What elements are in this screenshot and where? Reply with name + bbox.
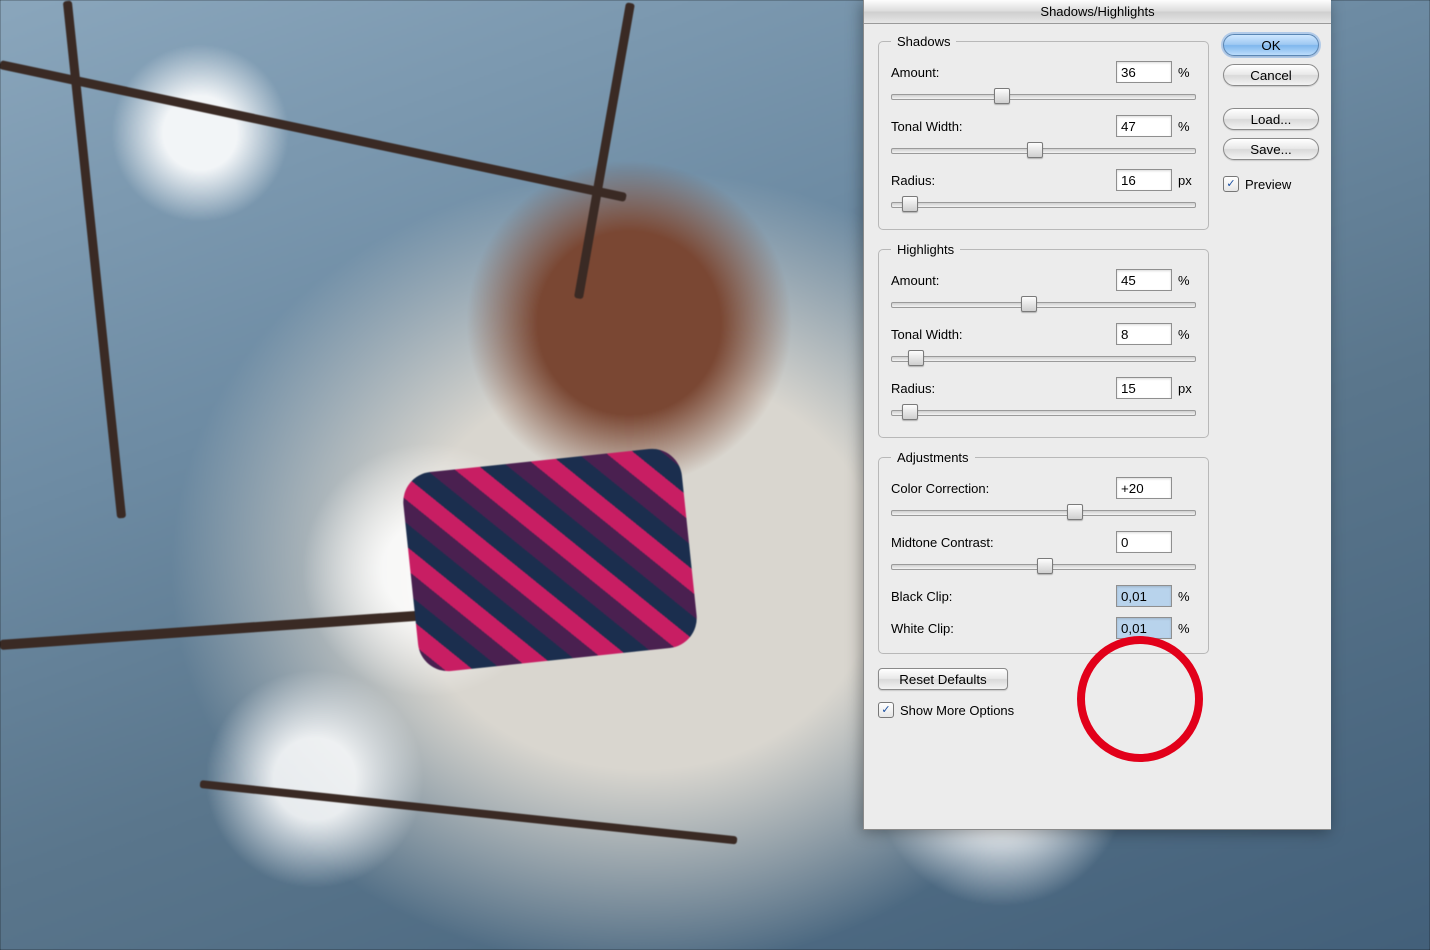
preview-label: Preview: [1245, 177, 1291, 192]
cancel-button[interactable]: Cancel: [1223, 64, 1319, 86]
highlights-tonal-input[interactable]: [1116, 323, 1172, 345]
checkmark-icon: ✓: [1223, 176, 1239, 192]
black-clip-input[interactable]: [1116, 585, 1172, 607]
branch-decor: [574, 2, 635, 299]
highlights-amount-label: Amount:: [891, 273, 1110, 288]
white-clip-label: White Clip:: [891, 621, 1110, 636]
shadows-amount-slider[interactable]: [891, 87, 1196, 105]
shadows-tonal-input[interactable]: [1116, 115, 1172, 137]
color-correction-slider[interactable]: [891, 503, 1196, 521]
highlights-legend: Highlights: [891, 242, 960, 257]
highlights-amount-slider[interactable]: [891, 295, 1196, 313]
unit-label: %: [1178, 119, 1196, 134]
branch-decor: [63, 0, 126, 518]
ok-button[interactable]: OK: [1223, 34, 1319, 56]
unit-label: %: [1178, 327, 1196, 342]
shadows-highlights-dialog: Shadows/Highlights Shadows Amount: % Ton…: [863, 0, 1331, 830]
scarf-decor: [400, 446, 699, 674]
unit-label: px: [1178, 173, 1196, 188]
highlights-amount-input[interactable]: [1116, 269, 1172, 291]
midtone-contrast-label: Midtone Contrast:: [891, 535, 1110, 550]
branch-decor: [200, 780, 738, 844]
shadows-legend: Shadows: [891, 34, 956, 49]
dialog-title[interactable]: Shadows/Highlights: [864, 0, 1331, 24]
black-clip-label: Black Clip:: [891, 589, 1110, 604]
shadows-radius-input[interactable]: [1116, 169, 1172, 191]
show-more-options-label: Show More Options: [900, 703, 1014, 718]
color-correction-label: Color Correction:: [891, 481, 1110, 496]
shadows-amount-input[interactable]: [1116, 61, 1172, 83]
color-correction-input[interactable]: [1116, 477, 1172, 499]
shadows-radius-slider[interactable]: [891, 195, 1196, 213]
shadows-radius-label: Radius:: [891, 173, 1110, 188]
midtone-contrast-input[interactable]: [1116, 531, 1172, 553]
unit-label: %: [1178, 65, 1196, 80]
unit-label: %: [1178, 273, 1196, 288]
highlights-radius-input[interactable]: [1116, 377, 1172, 399]
load-button[interactable]: Load...: [1223, 108, 1319, 130]
highlights-radius-slider[interactable]: [891, 403, 1196, 421]
shadows-tonal-label: Tonal Width:: [891, 119, 1110, 134]
shadows-amount-label: Amount:: [891, 65, 1110, 80]
white-clip-input[interactable]: [1116, 617, 1172, 639]
midtone-contrast-slider[interactable]: [891, 557, 1196, 575]
unit-label: %: [1178, 621, 1196, 636]
adjustments-legend: Adjustments: [891, 450, 975, 465]
reset-defaults-button[interactable]: Reset Defaults: [878, 668, 1008, 690]
branch-decor: [0, 60, 627, 202]
show-more-options-checkbox[interactable]: ✓ Show More Options: [878, 702, 1209, 718]
unit-label: px: [1178, 381, 1196, 396]
highlights-group: Highlights Amount: % Tonal Width: %: [878, 242, 1209, 438]
unit-label: %: [1178, 589, 1196, 604]
highlights-radius-label: Radius:: [891, 381, 1110, 396]
adjustments-group: Adjustments Color Correction: . Midtone …: [878, 450, 1209, 654]
save-button[interactable]: Save...: [1223, 138, 1319, 160]
shadows-tonal-slider[interactable]: [891, 141, 1196, 159]
checkmark-icon: ✓: [878, 702, 894, 718]
preview-checkbox[interactable]: ✓ Preview: [1223, 176, 1319, 192]
highlights-tonal-label: Tonal Width:: [891, 327, 1110, 342]
highlights-tonal-slider[interactable]: [891, 349, 1196, 367]
shadows-group: Shadows Amount: % Tonal Width: %: [878, 34, 1209, 230]
